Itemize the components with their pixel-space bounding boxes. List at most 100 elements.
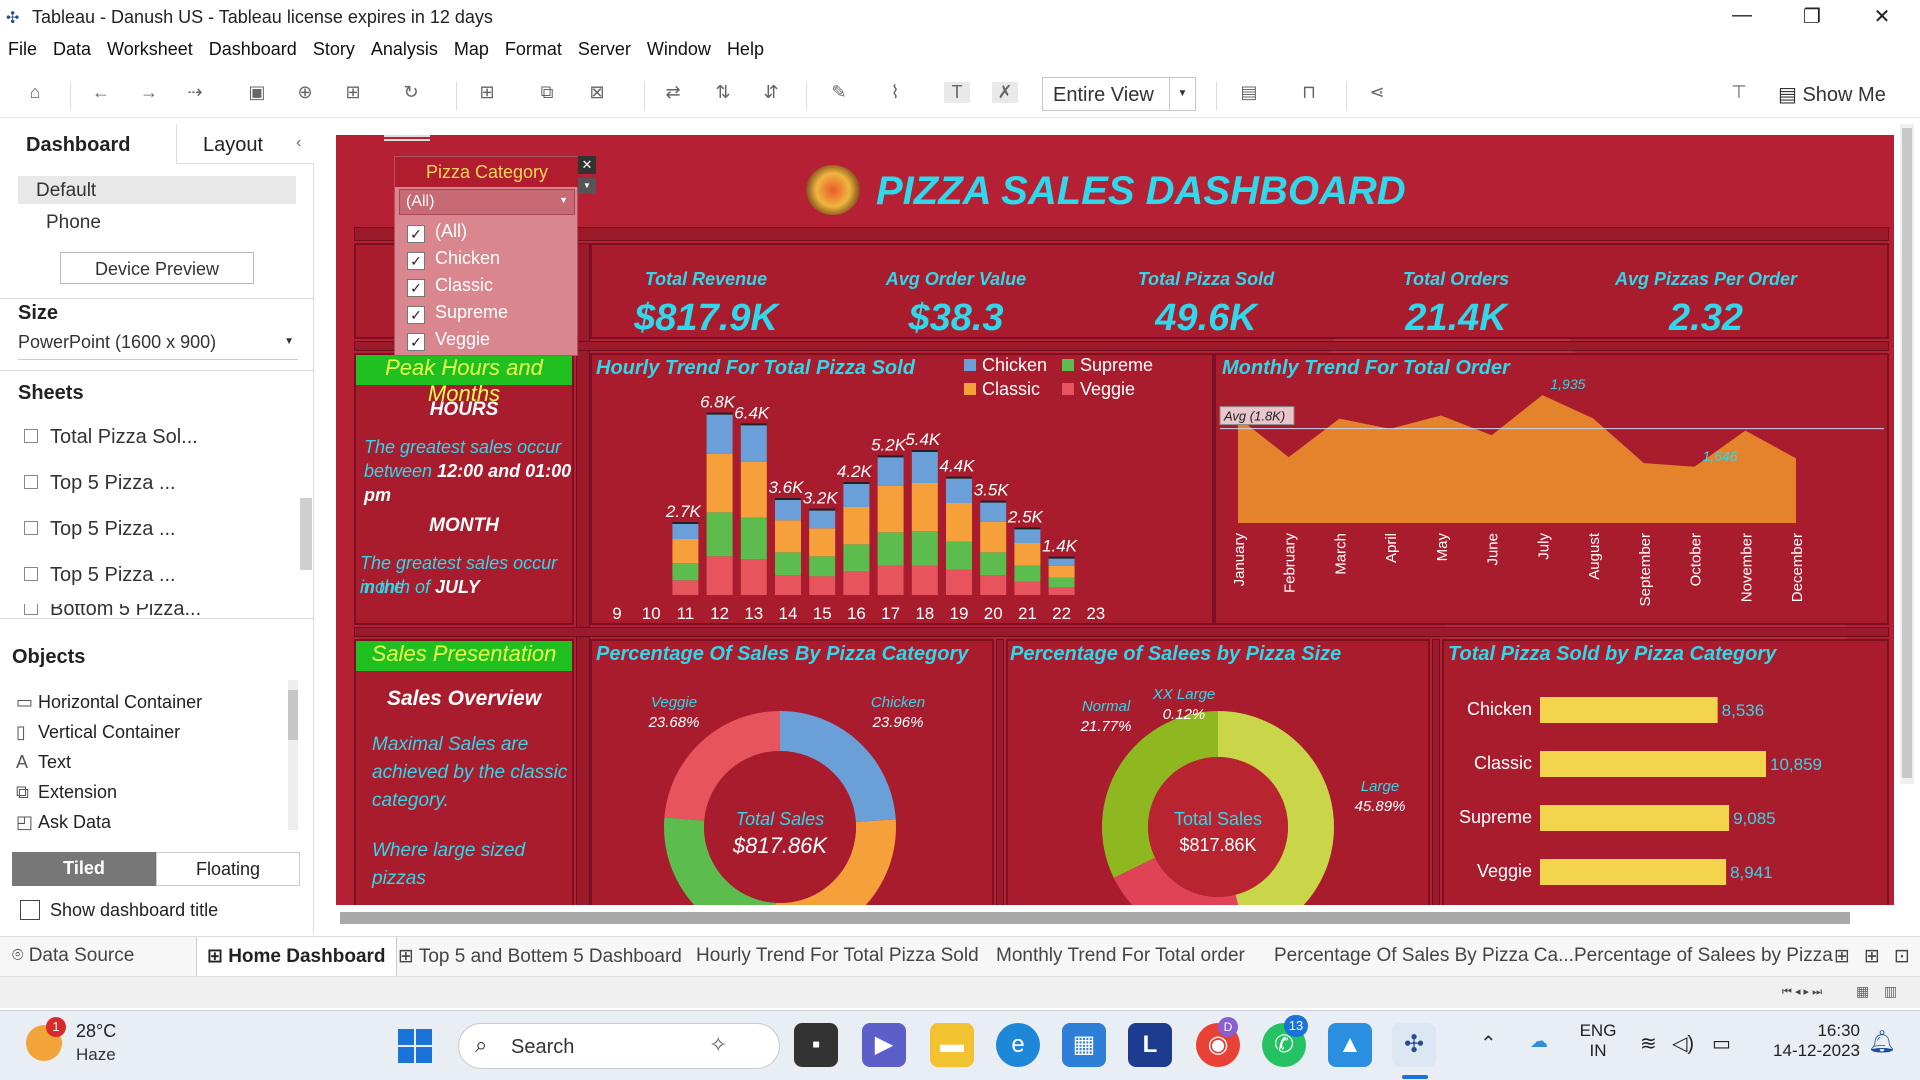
tab-top5-bottom5[interactable]: ⊞ Top 5 and Bottem 5 Dashboard bbox=[398, 945, 682, 968]
device-preview-button[interactable]: Device Preview bbox=[60, 252, 254, 284]
sheet-item[interactable]: Top 5 Pizza ... bbox=[24, 518, 176, 541]
notifications-bell-icon[interactable]: 🔔︎ bbox=[1868, 1029, 1896, 1055]
share-icon[interactable]: ⋖ bbox=[1364, 82, 1390, 103]
size-dropdown[interactable]: PowerPoint (1600 x 900) ▼ bbox=[18, 332, 298, 360]
tab-home-dashboard[interactable]: ⊞ Home Dashboard bbox=[196, 937, 397, 977]
photos-icon[interactable]: ▲ bbox=[1328, 1023, 1372, 1067]
new-sheet-icon[interactable]: ⊞ bbox=[1834, 945, 1850, 968]
filter-dropdown[interactable]: (All) ▼ bbox=[399, 189, 575, 215]
tiled-button[interactable]: Tiled bbox=[12, 852, 156, 886]
swap-icon[interactable]: ⇄ bbox=[660, 82, 686, 103]
menu-window[interactable]: Window bbox=[639, 36, 719, 60]
show-me-button[interactable]: ▤ Show Me bbox=[1778, 82, 1886, 107]
grid-view-icon[interactable]: ▦ bbox=[1856, 983, 1869, 1000]
filter-close-icon[interactable]: ✕ bbox=[578, 156, 596, 174]
tab-nav-arrows-icon[interactable]: ⏮ ◂ ▸ ⏭ bbox=[1782, 985, 1822, 999]
filter-option[interactable]: ✓ Supreme bbox=[407, 302, 508, 324]
menu-analysis[interactable]: Analysis bbox=[363, 36, 446, 60]
filmstrip-view-icon[interactable]: ▥ bbox=[1884, 983, 1897, 1000]
tab-pct-size[interactable]: Percentage of Salees by Pizza bbox=[1574, 945, 1833, 967]
save-icon[interactable]: ▣ bbox=[244, 82, 270, 103]
duplicate-icon[interactable]: ⧉ bbox=[534, 82, 560, 103]
objects-scrollbar[interactable] bbox=[288, 680, 298, 830]
onedrive-icon[interactable]: ☁ bbox=[1530, 1031, 1548, 1052]
refresh-icon[interactable]: ↻ bbox=[398, 82, 424, 103]
menu-story[interactable]: Story bbox=[305, 36, 363, 60]
highlight-icon[interactable]: ✎ bbox=[826, 82, 852, 103]
language-indicator[interactable]: ENG IN bbox=[1578, 1021, 1618, 1061]
pause-updates-icon[interactable]: ⊞ bbox=[340, 82, 366, 103]
tab-hourly-trend[interactable]: Hourly Trend For Total Pizza Sold bbox=[696, 945, 979, 967]
horizontal-scrollbar[interactable] bbox=[340, 912, 1850, 924]
tab-layout[interactable]: Layout bbox=[176, 124, 314, 164]
tab-pct-category[interactable]: Percentage Of Sales By Pizza Ca... bbox=[1274, 945, 1574, 967]
sheet-item[interactable]: Total Pizza Sol... bbox=[24, 426, 198, 449]
show-hidden-icons-icon[interactable]: ⌃ bbox=[1480, 1031, 1497, 1056]
task-view-icon[interactable]: ▪ bbox=[794, 1023, 838, 1067]
new-story-icon[interactable]: ⊡ bbox=[1894, 945, 1910, 968]
store-icon[interactable]: ▦ bbox=[1062, 1023, 1106, 1067]
menu-worksheet[interactable]: Worksheet bbox=[99, 36, 201, 60]
sheet-item[interactable]: Top 5 Pizza ... bbox=[24, 564, 176, 587]
tableau-taskbar-icon[interactable]: ✣ bbox=[1392, 1023, 1436, 1067]
battery-icon[interactable]: ▭ bbox=[1712, 1031, 1731, 1056]
fix-axes-icon[interactable]: ✗ bbox=[992, 82, 1018, 103]
tab-data-source[interactable]: ⌾ Data Source bbox=[12, 945, 134, 967]
presentation-mode-icon[interactable]: ⊓ bbox=[1296, 82, 1322, 103]
redo-icon[interactable]: → bbox=[136, 82, 162, 103]
file-explorer-icon[interactable]: ▬ bbox=[930, 1023, 974, 1067]
new-data-source-icon[interactable]: ⊕ bbox=[292, 82, 318, 103]
show-title-checkbox[interactable]: Show dashboard title bbox=[20, 900, 218, 921]
pizza-category-filter[interactable]: Pizza Category (All) ▼ ✓ (All) ✓ Chicken ✓… bbox=[394, 156, 579, 356]
sort-ascending-icon[interactable]: ⇅ bbox=[710, 82, 736, 103]
menu-data[interactable]: Data bbox=[45, 36, 99, 60]
scroll-thumb[interactable] bbox=[288, 690, 298, 740]
scroll-thumb[interactable] bbox=[1902, 128, 1912, 778]
sheet-item[interactable]: Top 5 Pizza ... bbox=[24, 472, 176, 495]
volume-icon[interactable]: ◁) bbox=[1672, 1031, 1694, 1056]
launcher-l-icon[interactable]: L bbox=[1128, 1023, 1172, 1067]
restore-button[interactable]: ❐ bbox=[1792, 4, 1832, 30]
vertical-scrollbar[interactable] bbox=[1900, 124, 1914, 784]
undo-icon[interactable]: ← bbox=[88, 82, 114, 103]
minimize-button[interactable]: — bbox=[1722, 4, 1762, 30]
menu-help[interactable]: Help bbox=[719, 36, 772, 60]
home-icon[interactable]: ⌂ bbox=[22, 82, 48, 103]
menu-map[interactable]: Map bbox=[446, 36, 497, 60]
clear-sheet-icon[interactable]: ⊠ bbox=[584, 82, 610, 103]
taskbar-search[interactable]: ⌕ Search ✧ bbox=[458, 1023, 780, 1069]
filter-menu-icon[interactable]: ▼ bbox=[578, 178, 596, 194]
filter-option[interactable]: ✓ Classic bbox=[407, 275, 493, 297]
teams-icon[interactable]: ▶ bbox=[862, 1023, 906, 1067]
menu-dashboard[interactable]: Dashboard bbox=[201, 36, 305, 60]
tab-dashboard[interactable]: Dashboard bbox=[0, 124, 176, 164]
drag-handle[interactable] bbox=[384, 135, 430, 141]
filter-option[interactable]: ✓ Veggie bbox=[407, 329, 490, 351]
new-dashboard-icon[interactable]: ⊞ bbox=[1864, 945, 1880, 968]
object-ask-data[interactable]: ◰ Ask Data bbox=[16, 812, 111, 833]
show-labels-icon[interactable]: T bbox=[944, 82, 970, 103]
menu-file[interactable]: File bbox=[0, 36, 45, 60]
object-extension[interactable]: ⧉ Extension bbox=[16, 782, 117, 803]
filter-option[interactable]: ✓ (All) bbox=[407, 221, 467, 243]
view-mode-dropdown[interactable]: Entire View ▼ bbox=[1042, 77, 1196, 111]
collapse-pane-icon[interactable]: ‹ bbox=[296, 134, 301, 152]
filter-option[interactable]: ✓ Chicken bbox=[407, 248, 500, 270]
menu-server[interactable]: Server bbox=[570, 36, 639, 60]
clock[interactable]: 16:30 14-12-2023 bbox=[1760, 1021, 1860, 1061]
group-icon[interactable]: ⌇ bbox=[882, 82, 908, 103]
device-phone[interactable]: Phone bbox=[46, 212, 101, 234]
close-window-button[interactable]: ✕ bbox=[1862, 4, 1902, 30]
tab-monthly-trend[interactable]: Monthly Trend For Total order bbox=[996, 945, 1245, 967]
edge-icon[interactable]: e bbox=[996, 1023, 1040, 1067]
replay-icon[interactable]: ⇢ bbox=[182, 82, 208, 103]
show-cards-icon[interactable]: ▤ bbox=[1236, 82, 1262, 103]
object-text[interactable]: A Text bbox=[16, 752, 71, 773]
device-default[interactable]: Default bbox=[18, 176, 296, 204]
sheets-scrollbar[interactable] bbox=[300, 498, 312, 570]
windows-start-icon[interactable] bbox=[398, 1029, 434, 1065]
new-worksheet-icon[interactable]: ⊞ bbox=[474, 82, 500, 103]
wifi-icon[interactable]: ≋ bbox=[1640, 1031, 1657, 1056]
floating-button[interactable]: Floating bbox=[156, 852, 300, 886]
object-horizontal-container[interactable]: ▭ Horizontal Container bbox=[16, 692, 202, 713]
